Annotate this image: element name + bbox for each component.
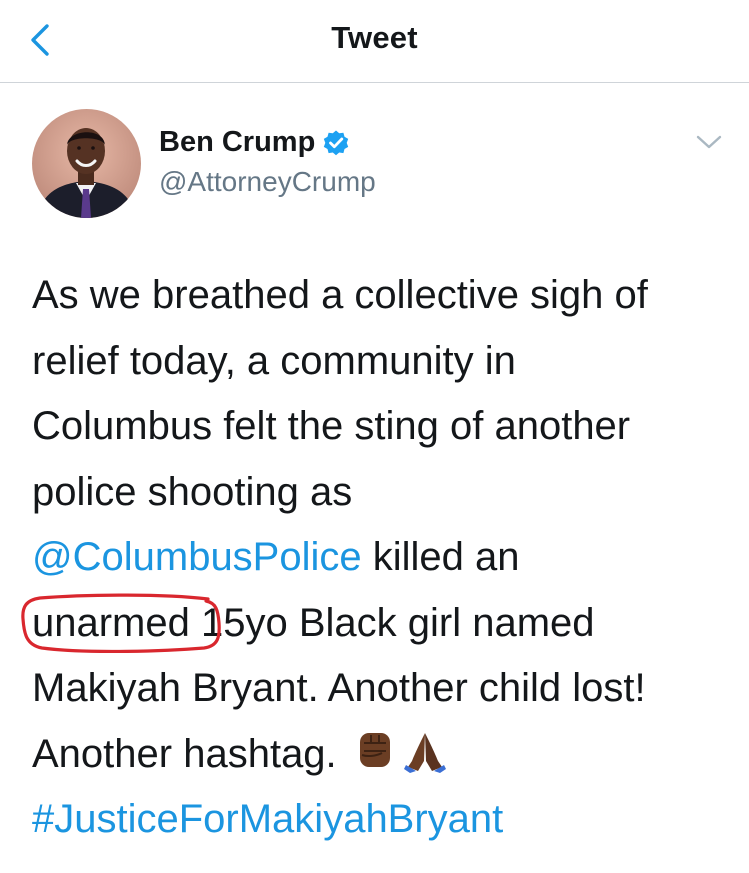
top-bar: Tweet xyxy=(0,0,749,83)
raised-fist-dark-skin-icon xyxy=(359,732,390,767)
avatar[interactable] xyxy=(32,109,141,218)
circled-word-text: unarmed xyxy=(32,600,190,645)
tweet-line: Columbus felt the sting of another xyxy=(32,404,631,448)
tweet-fragment: killed an xyxy=(361,535,520,579)
chevron-down-icon[interactable] xyxy=(694,130,724,154)
tweet-fragment: 15yo Black girl named xyxy=(189,600,595,645)
author-handle[interactable]: @AttorneyCrump xyxy=(159,166,376,198)
folded-hands-dark-skin-icon xyxy=(403,732,446,773)
hashtag-link[interactable]: #JusticeForMakiyahBryant xyxy=(32,797,503,841)
tweet-line: police shooting as xyxy=(32,469,353,514)
tweet-fragment: Another hashtag. xyxy=(32,731,348,776)
tweet-line: Another hashtag. xyxy=(32,722,732,788)
tweet-line: As we breathed a collective sigh of xyxy=(32,273,648,317)
tweet-text: As we breathed a collective sigh of reli… xyxy=(21,263,732,853)
mention-link[interactable]: @ColumbusPolice xyxy=(32,535,362,579)
tweet-line: #JusticeForMakiyahBryant xyxy=(32,787,732,853)
verified-badge-icon xyxy=(324,130,349,155)
page-title: Tweet xyxy=(331,20,418,55)
tweet-line: Makiyah Bryant. Another child lost! xyxy=(32,666,646,710)
tweet-line: @ColumbusPolice killed an xyxy=(32,525,732,591)
tweet-line: unarmed 15yo Black girl named xyxy=(21,591,732,657)
tweet-line: relief today, a community in xyxy=(32,338,516,383)
author-name: Ben Crump xyxy=(159,126,316,158)
circled-word: unarmed xyxy=(21,591,221,657)
author-name-row[interactable]: Ben Crump xyxy=(159,126,350,159)
